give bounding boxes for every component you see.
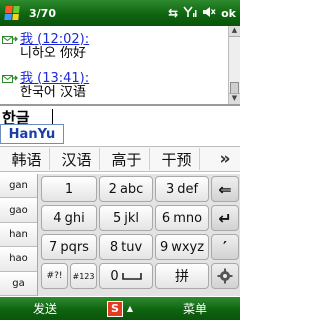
scroll-up-icon[interactable]: ▲ (229, 26, 240, 37)
volume-icon[interactable] (202, 6, 216, 20)
chevron-up-icon: ▲ (126, 304, 134, 313)
key-4[interactable]: 4 ghi (41, 205, 97, 231)
message-input[interactable]: 한글 (0, 106, 240, 127)
key-digit: 0 (110, 268, 119, 284)
enter-key[interactable]: ↵ (211, 205, 239, 231)
symbols-key[interactable]: #?! (41, 263, 68, 289)
settings-key[interactable] (211, 263, 239, 289)
space-bar-icon (121, 273, 142, 280)
status-icons: ⇆ ok (168, 6, 240, 20)
chat-message: 我 (13:41): 한국어 汉语 (2, 68, 89, 101)
chat-message: 我 (12:02): 니하오 你好 (2, 29, 89, 62)
key-6[interactable]: 6 mno (155, 205, 209, 231)
key-digit: 2 (108, 181, 117, 197)
key-digit: 6 (161, 210, 171, 226)
key-digit: 3 (165, 181, 175, 197)
composition-string: HanYu (0, 124, 64, 144)
connectivity-icon[interactable]: ⇆ (168, 7, 178, 19)
message-sender[interactable]: 我 (13:41): (20, 67, 89, 86)
message-text: 한국어 汉语 (20, 85, 87, 100)
numeric-key[interactable]: #123 (70, 263, 97, 289)
key-3[interactable]: 3 def (155, 176, 209, 202)
windows-flag-icon (4, 6, 20, 20)
pinyin-mode-key[interactable]: 拼 (155, 263, 209, 289)
more-candidates-button[interactable]: » (210, 148, 240, 170)
input-method-toggle[interactable]: S ▲ (90, 300, 150, 317)
key-letters: abc (119, 181, 144, 197)
chat-scrollbar[interactable]: ▲ ▼ (228, 26, 240, 104)
key-digit: 1 (64, 181, 74, 197)
sogou-ime-icon: S (106, 300, 123, 317)
key-letters: ghi (64, 210, 85, 226)
key-1[interactable]: 1 (41, 176, 97, 202)
message-sender[interactable]: 我 (12:02): (20, 28, 89, 47)
key-9[interactable]: 9 wxyz (155, 234, 209, 260)
status-bar: 3/70 ⇆ ok (0, 0, 240, 26)
key-digit: 7 (49, 239, 58, 255)
candidate-item[interactable]: 高于 (104, 148, 150, 170)
ok-button[interactable]: ok (221, 8, 236, 19)
pinyin-option[interactable]: ga (0, 271, 37, 296)
space-key[interactable]: 0 (99, 263, 153, 289)
menu-bar: 发送 S ▲ 菜单 (0, 297, 240, 320)
candidate-item[interactable]: 汉语 (54, 148, 100, 170)
key-5[interactable]: 5 jkl (99, 205, 153, 231)
menu-softkey[interactable]: 菜单 (150, 300, 240, 317)
candidate-item[interactable]: 干预 (154, 148, 200, 170)
text-caret (52, 109, 53, 124)
key-digit: 5 (112, 210, 122, 226)
start-button[interactable] (0, 0, 24, 26)
pinyin-option[interactable]: hao (0, 247, 37, 272)
candidate-bar: 韩语 汉语 高于 干预 » (0, 146, 240, 172)
message-icon (2, 70, 18, 83)
key-7[interactable]: 7 pqrs (41, 234, 97, 260)
scroll-down-icon[interactable]: ▼ (229, 93, 240, 104)
message-icon (2, 31, 18, 44)
pinyin-option[interactable]: han (0, 222, 37, 248)
signal-icon[interactable] (183, 6, 197, 20)
send-softkey[interactable]: 发送 (0, 300, 90, 317)
backspace-key[interactable]: ⇐ (211, 176, 239, 202)
apostrophe-key[interactable]: ′ (211, 234, 239, 260)
message-text: 니하오 你好 (20, 46, 87, 61)
soft-keyboard: gan gao han hao ga 1 2 abc 3 def ⇐ 4 ghi… (0, 174, 240, 296)
window-title: 3/70 (29, 6, 56, 20)
gear-icon (217, 268, 233, 284)
key-letters: mno (173, 210, 203, 226)
key-digit: 9 (159, 239, 169, 255)
candidate-item[interactable]: 韩语 (4, 148, 50, 170)
key-letters: def (177, 181, 199, 197)
key-digit: 8 (109, 239, 119, 255)
key-letters: jkl (124, 210, 140, 226)
key-digit: 4 (53, 210, 62, 226)
key-letters: tuv (121, 239, 143, 255)
key-8[interactable]: 8 tuv (99, 234, 153, 260)
key-letters: wxyz (171, 239, 205, 255)
pinyin-option-list: gan gao han hao ga (0, 174, 38, 296)
chat-history[interactable]: 我 (12:02): 니하오 你好 我 (13:41): 한국어 汉语 (0, 26, 228, 104)
pinyin-option[interactable]: gan (0, 174, 37, 199)
pinyin-option[interactable]: gao (0, 198, 37, 223)
key-letters: pqrs (60, 239, 89, 255)
key-2[interactable]: 2 abc (99, 176, 153, 202)
